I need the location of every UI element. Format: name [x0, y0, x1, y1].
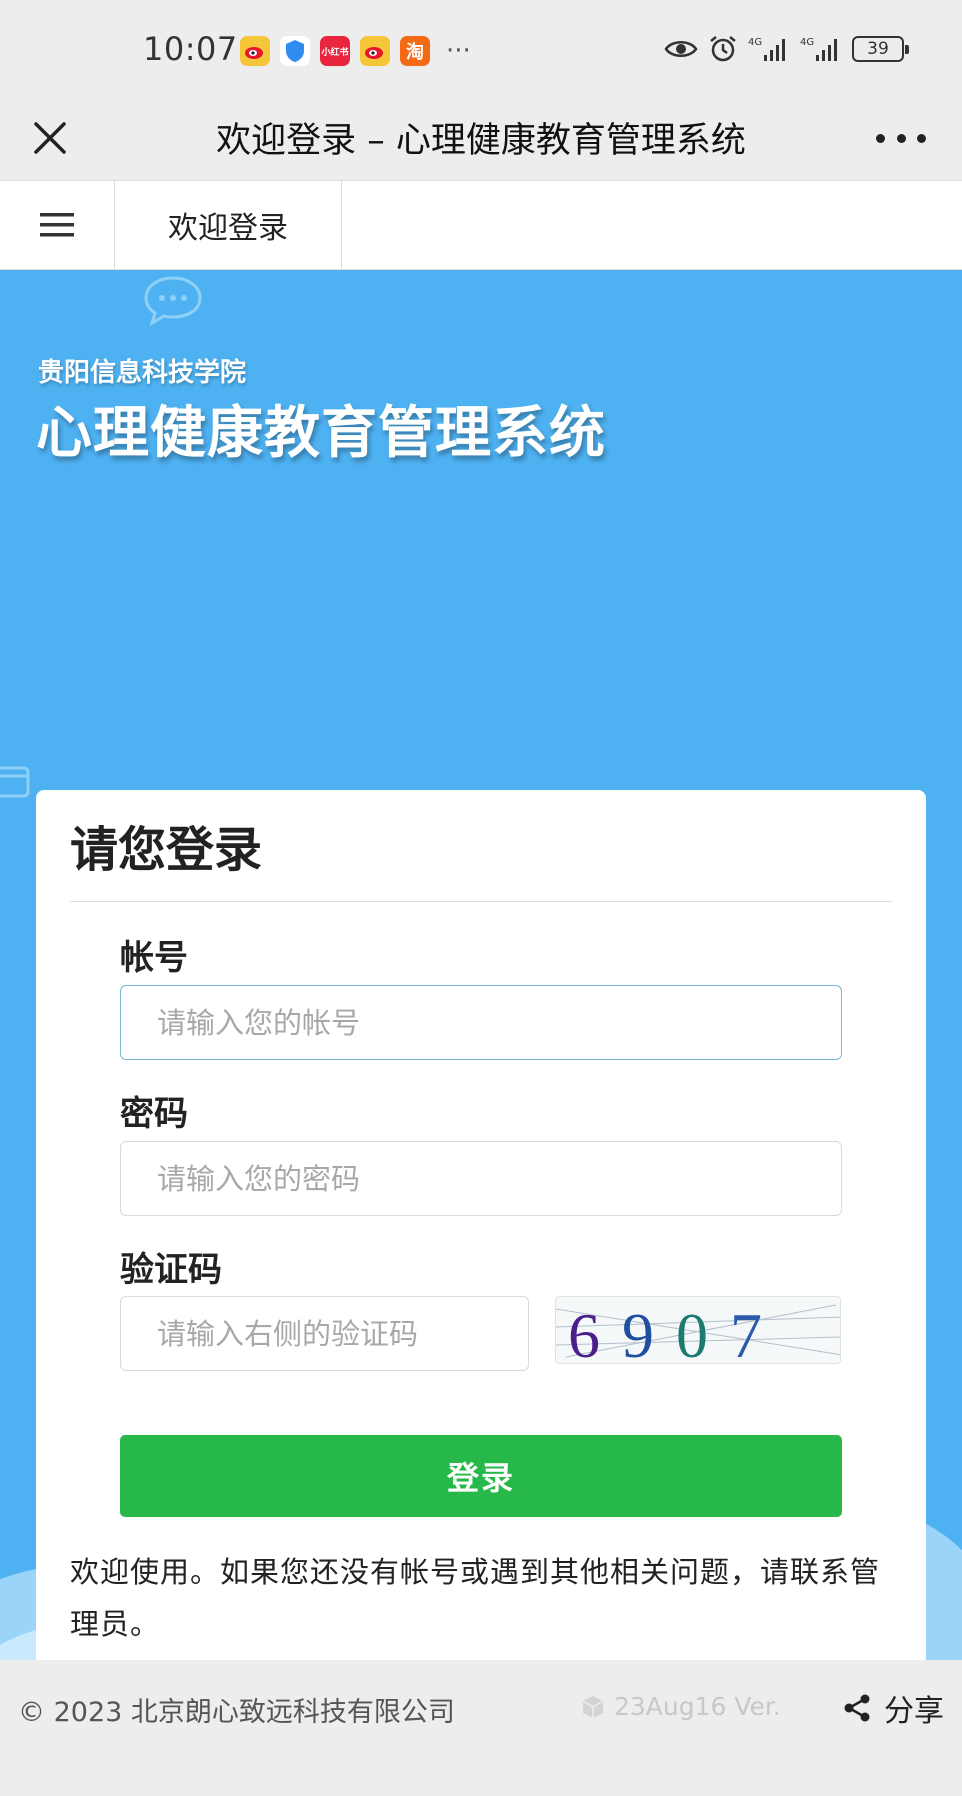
- version-info: 23Aug16 Ver.: [580, 1692, 781, 1721]
- chat-bubble-icon: [144, 276, 202, 326]
- share-icon: [844, 1694, 870, 1722]
- close-button[interactable]: [28, 116, 72, 160]
- alarm-icon: [710, 36, 736, 62]
- weibo-icon: [360, 36, 390, 66]
- nav-tabbar: 欢迎登录: [0, 180, 962, 270]
- hamburger-menu-button[interactable]: [0, 181, 115, 269]
- divider: [70, 901, 892, 902]
- captcha-text: 6907: [568, 1300, 784, 1364]
- close-icon: [34, 122, 66, 154]
- password-label: 密码: [120, 1094, 188, 1134]
- svg-text:4G: 4G: [748, 37, 762, 48]
- hamburger-icon: [40, 213, 74, 237]
- login-background: 贵阳信息科技学院 心理健康教育管理系统 请您登录 帐号 密码 验证码 6907 …: [0, 270, 962, 1660]
- status-bar: 10:07 小红书 淘 ··· 4G 4G 39: [0, 0, 962, 100]
- captcha-char: 0: [676, 1300, 730, 1364]
- taobao-icon: 淘: [400, 36, 430, 66]
- login-button[interactable]: 登录: [120, 1435, 842, 1517]
- tab-welcome-login[interactable]: 欢迎登录: [115, 181, 342, 269]
- account-label: 帐号: [120, 938, 188, 978]
- signal-4g-icon: 4G: [748, 37, 785, 61]
- shield-icon: [280, 36, 310, 66]
- svg-text:4G: 4G: [800, 37, 814, 48]
- eye-icon: [664, 41, 698, 57]
- account-input[interactable]: [120, 985, 842, 1060]
- more-notifications-icon: ···: [446, 36, 471, 66]
- share-label: 分享: [884, 1694, 944, 1729]
- share-button[interactable]: 分享: [842, 1686, 944, 1730]
- footer: © 2023 北京朗心致远科技有限公司 23Aug16 Ver. 分享: [0, 1660, 962, 1796]
- calendar-icon: [0, 766, 30, 798]
- page-title: 欢迎登录 – 心理健康教育管理系统: [216, 121, 746, 161]
- copyright-text: © 2023 北京朗心致远科技有限公司: [18, 1697, 455, 1728]
- captcha-label: 验证码: [120, 1250, 222, 1290]
- browser-titlebar: 欢迎登录 – 心理健康教育管理系统: [0, 100, 962, 180]
- dot-icon: [876, 133, 885, 143]
- status-time: 10:07: [143, 30, 238, 68]
- system-icons: 4G 4G 39: [664, 34, 909, 64]
- captcha-char: 6: [568, 1300, 622, 1364]
- dot-icon: [917, 133, 926, 143]
- signal-4g-icon: 4G: [800, 37, 837, 61]
- cube-icon: [582, 1695, 604, 1718]
- weibo-icon: [240, 36, 270, 66]
- version-text: 23Aug16 Ver.: [614, 1692, 781, 1721]
- school-name: 贵阳信息科技学院: [38, 358, 247, 388]
- dot-icon: [896, 133, 906, 143]
- captcha-image[interactable]: 6907: [555, 1296, 841, 1364]
- more-menu-button[interactable]: [876, 116, 926, 160]
- battery-icon: 39: [852, 36, 909, 62]
- xiaohongshu-icon: 小红书: [320, 36, 350, 66]
- captcha-char: 7: [730, 1300, 784, 1364]
- system-name: 心理健康教育管理系统: [36, 401, 606, 466]
- welcome-message: 欢迎使用。如果您还没有帐号或遇到其他相关问题，请联系管理员。: [70, 1555, 881, 1641]
- login-card: 请您登录 帐号 密码 验证码 6907 登录 欢迎使用。如果您还没有帐号或遇到其…: [36, 790, 926, 1660]
- password-input[interactable]: [120, 1141, 842, 1216]
- captcha-char: 9: [622, 1300, 676, 1364]
- captcha-input[interactable]: [120, 1296, 529, 1371]
- notification-icons: 小红书 淘 ···: [240, 36, 471, 66]
- login-title: 请您登录: [70, 822, 263, 878]
